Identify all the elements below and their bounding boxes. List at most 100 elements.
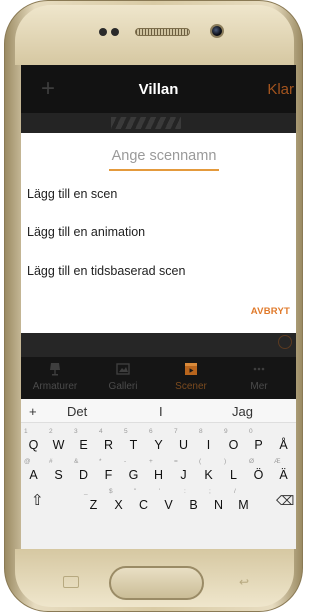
key-h[interactable]: + H [146, 457, 171, 487]
recent-apps-key[interactable] [63, 576, 79, 588]
tab-armaturer[interactable]: Armaturer [21, 357, 89, 399]
key-secondary-label: = [174, 458, 178, 465]
app-bar: + Villan Klar [21, 65, 296, 113]
key-secondary-label: 8 [199, 428, 203, 435]
key-label: J [180, 468, 187, 482]
key-j[interactable]: = J [171, 457, 196, 487]
key-secondary-label: " [134, 488, 137, 495]
cancel-button[interactable]: AVBRYT [251, 306, 290, 317]
key-y[interactable]: 6Y [146, 427, 171, 457]
key-secondary-label: ( [199, 458, 202, 465]
key-m[interactable]: / M [231, 487, 256, 517]
key-a[interactable]: @ A [21, 457, 46, 487]
bottom-tab-bar: Armaturer Galleri Scener Mer [21, 357, 296, 399]
key-label: R [103, 438, 114, 452]
key-x[interactable]: $ X [106, 487, 131, 517]
key-z[interactable]: _ Z [81, 487, 106, 517]
key-secondary-label: $ [109, 488, 113, 495]
shift-key[interactable]: ⇧ [21, 487, 49, 517]
home-button[interactable] [109, 566, 204, 600]
tab-galleri[interactable]: Galleri [89, 357, 157, 399]
key-label: Z [89, 498, 98, 512]
backspace-key[interactable]: ⌫ [268, 487, 296, 517]
key-secondary-label: 6 [149, 428, 153, 435]
dimmed-scene-thumbnail [111, 117, 181, 129]
key-secondary-label: ) [224, 458, 227, 465]
key-label: W [52, 438, 65, 452]
key-f[interactable]: * F [96, 457, 121, 487]
key-secondary-label: 5 [124, 428, 128, 435]
tab-label: Galleri [108, 381, 138, 392]
back-key[interactable]: ↩ [239, 575, 249, 589]
key-label: E [79, 438, 88, 452]
key-label: K [204, 468, 213, 482]
key-secondary-label: - [124, 458, 127, 465]
key-b[interactable]: :B [181, 487, 206, 517]
key-s[interactable]: # S [46, 457, 71, 487]
page-title: Villan [138, 81, 179, 98]
info-icon [278, 335, 292, 349]
key-e[interactable]: 3E [71, 427, 96, 457]
key-t[interactable]: 5T [121, 427, 146, 457]
key-d[interactable]: & D [71, 457, 96, 487]
tab-mer[interactable]: Mer [225, 357, 293, 399]
key-å[interactable]: Å [271, 427, 296, 457]
key-v[interactable]: ' V [156, 487, 181, 517]
dimmed-background [21, 113, 296, 133]
tab-scener[interactable]: Scener [157, 357, 225, 399]
key-c[interactable]: " C [131, 487, 156, 517]
phone-frame: + Villan Klar Ange scennamn Lägg till en… [4, 0, 303, 612]
key-secondary-label: 1 [24, 428, 28, 435]
key-label: X [114, 498, 123, 512]
key-w[interactable]: 2W [46, 427, 71, 457]
key-label: B [189, 498, 198, 512]
gallery-icon [116, 363, 130, 375]
key-q[interactable]: 1Q [21, 427, 46, 457]
key-label: L [230, 468, 237, 482]
key-label: Å [279, 438, 288, 452]
key-i[interactable]: 8I [196, 427, 221, 457]
suggestion-right[interactable]: Jag [232, 404, 253, 419]
add-animation-option[interactable]: Lägg till en animation [27, 225, 145, 239]
key-label: M [238, 498, 249, 512]
key-label: Q [28, 438, 39, 452]
key-label: Y [154, 438, 163, 452]
add-timed-scene-option[interactable]: Lägg till en tidsbaserad scen [27, 264, 185, 278]
key-label: I [206, 438, 211, 452]
app-screen: + Villan Klar Ange scennamn Lägg till en… [21, 65, 296, 549]
tab-label: Mer [250, 381, 268, 392]
done-button[interactable]: Klar [267, 81, 294, 98]
key-label: O [228, 438, 239, 452]
key-secondary-label: _ [84, 488, 88, 495]
key-label: Ö [253, 468, 264, 482]
key-p[interactable]: 0P [246, 427, 271, 457]
scene-name-input[interactable]: Ange scennamn [109, 145, 219, 171]
backspace-icon: ⌫ [276, 493, 295, 508]
key-n[interactable]: ; N [206, 487, 231, 517]
key-k[interactable]: (K [196, 457, 221, 487]
suggestion-plus[interactable]: + [29, 404, 37, 419]
add-scene-option[interactable]: Lägg till en scen [27, 187, 117, 201]
on-screen-keyboard: + Det I Jag 1Q2W3E4R5T6Y7U8I9O0PÅ @ A # S & D… [21, 399, 296, 549]
lamp-icon [50, 363, 60, 376]
key-ö[interactable]: ØÖ [246, 457, 271, 487]
key-secondary-label: / [234, 488, 236, 495]
key-ä[interactable]: ÆÄ [271, 457, 296, 487]
proximity-sensor [99, 28, 107, 36]
key-secondary-label: 0 [249, 428, 253, 435]
key-r[interactable]: 4R [96, 427, 121, 457]
tab-label: Armaturer [32, 381, 78, 392]
key-g[interactable]: -G [121, 457, 146, 487]
key-secondary-label: # [49, 458, 53, 465]
suggestion-middle[interactable]: I [159, 404, 163, 419]
shift-icon: ⇧ [31, 492, 44, 509]
film-icon [185, 363, 197, 375]
key-o[interactable]: 9O [221, 427, 246, 457]
suggestion-left[interactable]: Det [67, 404, 87, 419]
key-secondary-label: 3 [74, 428, 78, 435]
key-u[interactable]: 7U [171, 427, 196, 457]
key-l[interactable]: ) L [221, 457, 246, 487]
key-label: S [54, 468, 63, 482]
key-secondary-label: ; [209, 488, 211, 495]
key-secondary-label: ' [159, 488, 161, 495]
